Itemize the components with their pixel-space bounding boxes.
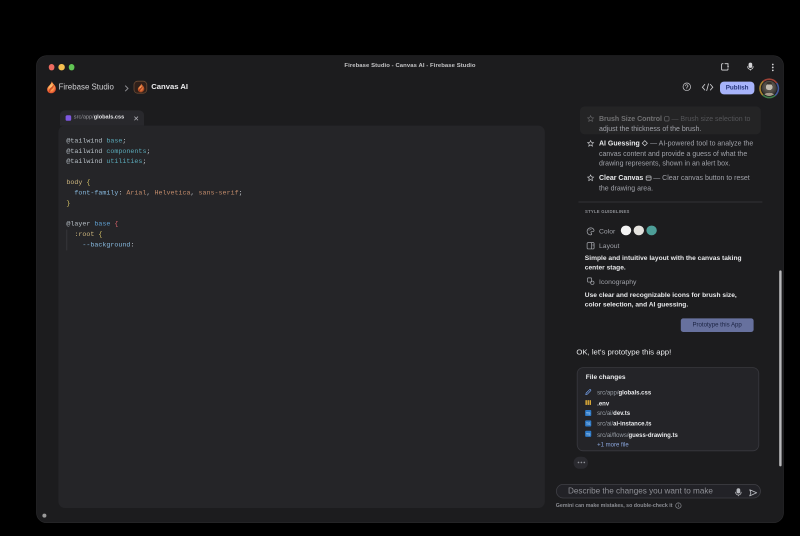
svg-text:TS: TS	[586, 412, 591, 416]
svg-text:TS: TS	[586, 432, 591, 436]
svg-text:TS: TS	[586, 422, 591, 426]
